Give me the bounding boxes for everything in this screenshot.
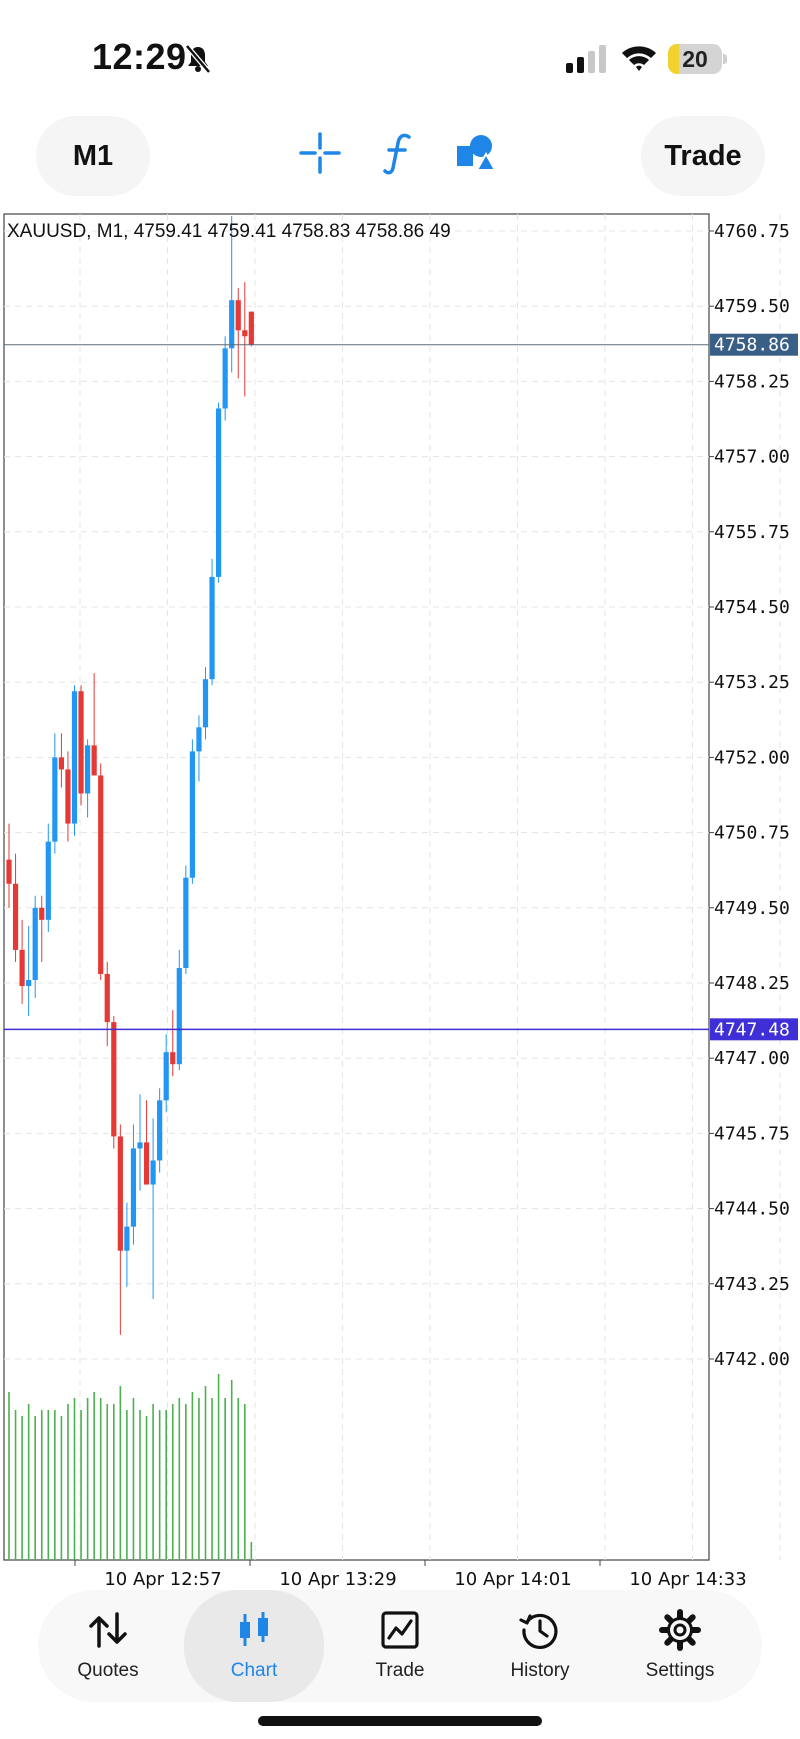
candle-body — [98, 775, 104, 974]
candle-body — [229, 300, 235, 349]
candle-body — [124, 1226, 130, 1251]
price-tick-label: 4745.75 — [714, 1123, 790, 1144]
objects-icon[interactable] — [451, 128, 501, 178]
crosshair-icon[interactable] — [295, 128, 345, 178]
current-price-label: 4758.86 — [714, 335, 790, 356]
horizontal-line-label: 4747.48 — [714, 1019, 790, 1040]
status-time: 12:29 — [92, 36, 187, 77]
candle-body — [183, 877, 189, 968]
candle-body — [248, 311, 254, 345]
candle-body — [170, 1052, 176, 1065]
quotes-arrows-icon — [89, 1612, 127, 1648]
history-icon — [519, 1613, 558, 1650]
time-tick-label: 10 Apr 12:57 — [104, 1569, 221, 1590]
price-tick-label: 4742.00 — [714, 1349, 790, 1370]
price-tick-label: 4743.25 — [714, 1274, 790, 1295]
price-tick-label: 4757.00 — [714, 447, 790, 468]
trade-button[interactable]: Trade — [641, 116, 765, 196]
candle-body — [71, 691, 78, 824]
price-tick-label: 4760.75 — [714, 221, 790, 242]
chart-plot-frame — [3, 213, 710, 1561]
nav-settings-label: Settings — [645, 1660, 715, 1681]
battery-body: 20 — [668, 44, 722, 74]
candle-body — [104, 973, 110, 1023]
candle-body — [157, 1100, 163, 1161]
nav-trade-label: Trade — [375, 1660, 425, 1681]
price-tick-label: 4759.50 — [714, 296, 790, 317]
nav-history-label: History — [510, 1660, 570, 1681]
price-tick-label: 4755.75 — [714, 522, 790, 543]
price-tick-label: 4749.50 — [714, 898, 790, 919]
candle-body — [26, 979, 32, 987]
trade-chart-icon — [381, 1611, 419, 1649]
candle-body — [32, 907, 38, 980]
candle-body — [189, 751, 195, 878]
home-indicator — [258, 1716, 542, 1726]
price-chart[interactable]: 4760.75 4759.50 4758.25 4757.00 4755.75 4754.… — [0, 210, 800, 1590]
gear-icon — [659, 1609, 701, 1651]
wifi-icon — [622, 46, 656, 71]
candle-body — [52, 757, 58, 842]
candle-body — [222, 348, 228, 409]
timeframe-button[interactable]: M1 — [36, 116, 150, 196]
candle-body — [117, 1136, 123, 1251]
candle-body — [202, 679, 209, 728]
time-tick-label: 10 Apr 13:29 — [279, 1569, 396, 1590]
time-tick-label: 10 Apr 14:01 — [454, 1569, 571, 1590]
candle-body — [209, 576, 215, 680]
candle-body — [58, 757, 64, 770]
candle-body — [39, 907, 45, 920]
candle-body — [45, 841, 51, 920]
price-tick-label: 4747.00 — [714, 1048, 790, 1069]
candle-body — [196, 727, 202, 752]
status-bar: 12:29 20 — [0, 0, 800, 110]
candle-body — [19, 949, 25, 987]
nav-settings[interactable]: Settings — [610, 1590, 750, 1702]
battery-indicator: 20 — [668, 44, 727, 74]
cellular-signal-icon — [566, 45, 606, 73]
time-tick-label: 10 Apr 14:33 — [629, 1569, 746, 1590]
battery-tip — [723, 54, 727, 64]
nav-chart-label: Chart — [230, 1660, 278, 1681]
candle-body — [85, 745, 91, 794]
nav-trade[interactable]: Trade — [330, 1590, 470, 1702]
candle-body — [111, 1022, 117, 1137]
nav-history[interactable]: History — [470, 1590, 610, 1702]
battery-level: 20 — [682, 46, 708, 72]
function-icon[interactable] — [373, 128, 423, 178]
price-tick-label: 4748.25 — [714, 973, 790, 994]
price-tick-label: 4753.25 — [714, 672, 790, 693]
price-tick-label: 4744.50 — [714, 1199, 790, 1220]
candle-body — [91, 745, 97, 776]
candle-body — [137, 1142, 143, 1149]
bell-muted-icon — [185, 44, 211, 74]
candle-body — [78, 691, 84, 794]
candle-body — [216, 408, 222, 577]
nav-quotes-label: Quotes — [77, 1660, 139, 1681]
candle-body — [235, 300, 241, 331]
candle-body — [150, 1160, 156, 1185]
candle-body — [163, 1052, 169, 1101]
price-tick-label: 4752.00 — [714, 747, 790, 768]
candle-body — [6, 859, 12, 884]
candle-body — [130, 1148, 137, 1227]
price-tick-label: 4758.25 — [714, 371, 790, 392]
candle-body — [176, 967, 182, 1065]
chart-info-line: XAUUSD, M1, 4759.41 4759.41 4758.83 4758… — [7, 221, 451, 242]
candle-body — [143, 1142, 150, 1185]
candle-body — [12, 883, 19, 950]
candlestick-icon — [240, 1612, 268, 1646]
price-tick-label: 4750.75 — [714, 823, 790, 844]
price-tick-label: 4754.50 — [714, 597, 790, 618]
candle-body — [242, 330, 248, 337]
bottom-navigation: Quotes Chart Trade History Settings — [38, 1590, 762, 1702]
nav-quotes[interactable]: Quotes — [38, 1590, 178, 1702]
nav-chart[interactable]: Chart — [184, 1590, 324, 1702]
candle-body — [65, 769, 71, 824]
